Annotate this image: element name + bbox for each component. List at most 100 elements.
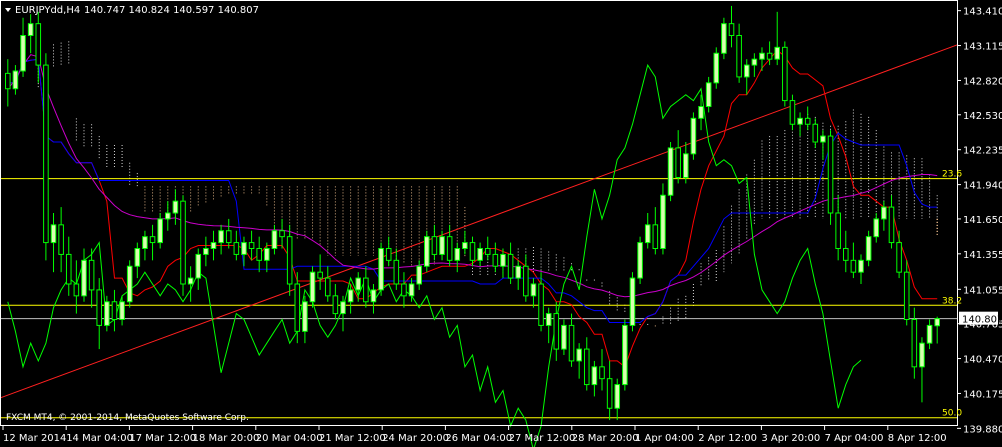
candle-body [126,265,133,303]
candle-body [583,348,590,386]
candle-body [660,194,666,249]
candle-body [324,277,331,297]
candle-body [606,378,613,409]
candle-body [370,289,377,303]
x-tick-label: 18 Mar 20:00 [193,433,260,444]
candle-body [858,259,864,273]
candle-body [599,366,605,380]
candle-body [134,248,141,267]
candle-body [294,283,301,332]
candle-body [713,52,720,84]
candle-body [12,70,19,90]
y-tick-label: 142.820 [963,76,1002,87]
x-tick-label: 20 Mar 04:00 [256,433,323,444]
candle-body [195,253,202,279]
candle-body [629,277,636,326]
candle-body [500,253,506,267]
candle-body [614,384,621,409]
candle-body [172,200,179,214]
candle-body [43,64,49,244]
candle-body [759,52,765,60]
y-tick-label: 143.410 [963,7,1002,18]
candle-body [302,301,308,332]
fib-label-50-0: 50.0 [942,409,962,419]
chart-background [0,0,1002,447]
candle-body [926,324,933,344]
candle-body [698,106,704,119]
y-tick-label: 141.650 [963,215,1002,226]
candle-body [812,123,819,143]
candle-body [736,35,742,78]
fib-label-23-6: 23.6 [942,170,962,180]
candle-body [111,301,118,320]
x-tick-label: 21 Mar 12:00 [319,433,386,444]
candle-body [667,147,674,196]
candle-body [873,218,880,238]
candle-body [462,242,468,249]
candle-body [782,46,788,102]
candle-body [317,271,323,279]
candle-body [286,236,293,285]
candle-body [934,318,940,327]
candle-body [210,242,217,249]
candle-body [233,242,240,255]
ohlc-readout: 140.747 140.824 140.597 140.807 [84,5,259,16]
candle-body [576,348,582,362]
x-tick-label: 2 Apr 12:00 [698,433,757,444]
candle-body [789,100,796,125]
candle-body [827,135,834,214]
candle-body [523,265,529,297]
candle-body [332,295,339,315]
candle-body [393,259,400,285]
candle-body [484,248,491,255]
candle-body [401,283,407,297]
candle-body [896,242,902,273]
candle-body [469,242,476,261]
candle-body [35,23,42,66]
candle-body [187,277,194,285]
candle-body [180,200,186,285]
current-price-value: 140.807 [962,315,1002,326]
candle-body [644,224,651,244]
candle-body [149,236,156,244]
candle-body [363,277,369,303]
candle-body [835,212,841,249]
price-chart[interactable]: 143.410 143.115 142.820 142.530 142.235 141.9… [0,0,1002,447]
candle-body [743,64,750,78]
candle-body [545,313,552,326]
candle-body [385,248,392,261]
candle-body [865,236,872,261]
candle-body [164,212,171,220]
candle-body [355,277,362,291]
y-tick-label: 142.530 [963,111,1002,122]
candle-body [919,342,925,368]
candle-body [652,224,659,249]
candle-body [50,224,57,244]
x-tick-label: 27 Mar 12:00 [509,433,576,444]
candle-body [911,319,918,368]
y-tick-label: 139.880 [963,424,1002,435]
candle-body [492,253,499,267]
candle-body [797,117,803,125]
candle-body [766,52,773,60]
candle-body [850,259,857,273]
candle-body [507,253,514,279]
candle-body [309,271,316,303]
candle-body [96,289,103,326]
candle-body [530,283,537,297]
x-tick-label: 3 Apr 20:00 [761,433,820,444]
candle-body [340,301,346,315]
candle-body [568,324,575,362]
candle-body [264,248,270,261]
candle-body [728,23,735,36]
y-tick-label: 140.470 [963,355,1002,366]
y-tick-label: 141.055 [963,285,1002,296]
candle-body [842,248,849,261]
candle-body [119,301,125,320]
candle-body [58,224,64,255]
candle-body [591,366,598,386]
candle-body [27,23,34,36]
candle-body [73,283,80,297]
candle-body [408,283,415,297]
x-tick-label: 24 Mar 20:00 [382,433,449,444]
